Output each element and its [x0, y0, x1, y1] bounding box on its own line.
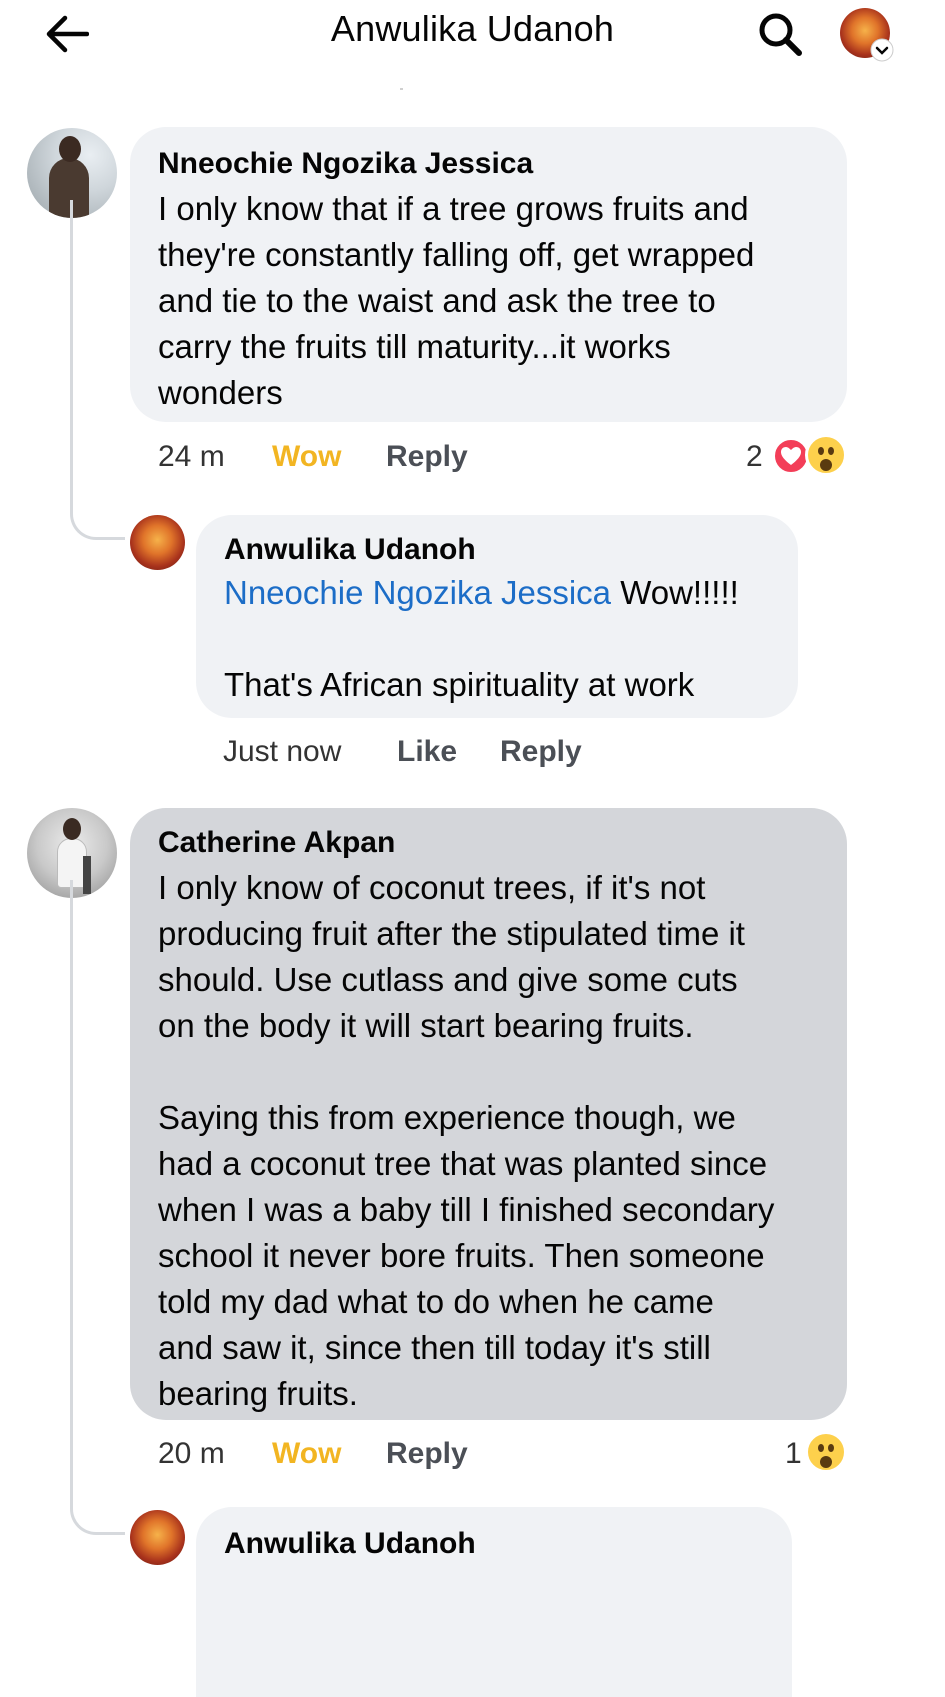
like-button[interactable]: Like: [397, 735, 457, 769]
chevron-down-icon: [870, 38, 894, 62]
comment-text-line: bearing fruits.: [158, 1375, 358, 1412]
comment-text-line: producing fruit after the stipulated tim…: [158, 915, 745, 952]
comment-text-line: I only know of coconut trees, if it's no…: [158, 869, 706, 906]
reply-button[interactable]: Reply: [500, 735, 582, 769]
reaction-count[interactable]: 1: [785, 1437, 802, 1471]
comment-timestamp[interactable]: 20 m: [158, 1437, 225, 1471]
comment-text-line: I only know that if a tree grows fruits …: [158, 190, 749, 227]
thread-line: [70, 880, 73, 1490]
reaction-button[interactable]: Wow: [272, 1437, 341, 1471]
comment-text-line: should. Use cutlass and give some cuts: [158, 961, 738, 998]
comment-timestamp[interactable]: 24 m: [158, 440, 225, 474]
comment-author[interactable]: Nneochie Ngozika Jessica: [158, 147, 533, 181]
comment-bubble[interactable]: Catherine Akpan I only know of coconut t…: [130, 808, 847, 1420]
reply-text-line: That's African spirituality at work: [224, 666, 695, 703]
reply-button[interactable]: Reply: [386, 440, 468, 474]
reply-bubble[interactable]: Anwulika Udanoh Nneochie Ngozika Jessica…: [196, 515, 798, 718]
reply-button[interactable]: Reply: [386, 1437, 468, 1471]
thread-line: [70, 200, 73, 495]
reaction-count[interactable]: 2: [746, 440, 763, 474]
comment-text-line: carry the fruits till maturity...it work…: [158, 328, 671, 365]
top-bar: Anwulika Udanoh: [0, 0, 945, 95]
comment-text-line: school it never bore fruits. Then someon…: [158, 1237, 765, 1274]
comment-bubble[interactable]: Nneochie Ngozika Jessica I only know tha…: [130, 127, 847, 422]
reply-bubble[interactable]: Anwulika Udanoh: [196, 1507, 792, 1697]
avatar[interactable]: [130, 515, 185, 570]
reply-text: Wow!!!!!: [611, 574, 739, 611]
reply-author[interactable]: Anwulika Udanoh: [224, 1527, 476, 1561]
wow-reaction-icon: [805, 434, 847, 476]
comment-text-line: had a coconut tree that was planted sinc…: [158, 1145, 768, 1182]
comment-text-line: and saw it, since then till today it's s…: [158, 1329, 711, 1366]
comment-text-line: when I was a baby till I finished second…: [158, 1191, 775, 1228]
comment-text-line: told my dad what to do when he came: [158, 1283, 714, 1320]
divider: [400, 88, 403, 90]
reply-author[interactable]: Anwulika Udanoh: [224, 533, 476, 567]
comment-text-line: and tie to the waist and ask the tree to: [158, 282, 716, 319]
mention-link[interactable]: Nneochie Ngozika Jessica: [224, 574, 611, 611]
comment-author[interactable]: Catherine Akpan: [158, 826, 395, 860]
reply-text-line: Nneochie Ngozika Jessica Wow!!!!!: [224, 570, 739, 616]
search-icon: [759, 13, 802, 56]
search-button[interactable]: [752, 6, 808, 62]
comment-text-line: wonders: [158, 374, 283, 411]
reply-timestamp[interactable]: Just now: [223, 735, 341, 769]
comment-text-line: on the body it will start bearing fruits…: [158, 1007, 694, 1044]
thread-connector: [70, 490, 125, 540]
comment-text-line: they're constantly falling off, get wrap…: [158, 236, 755, 273]
comment-text-line: Saying this from experience though, we: [158, 1099, 736, 1136]
thread-connector: [70, 1485, 125, 1535]
profile-menu-button[interactable]: [838, 6, 900, 62]
wow-reaction-icon: [805, 1431, 847, 1473]
reaction-button[interactable]: Wow: [272, 440, 341, 474]
avatar[interactable]: [130, 1510, 185, 1565]
